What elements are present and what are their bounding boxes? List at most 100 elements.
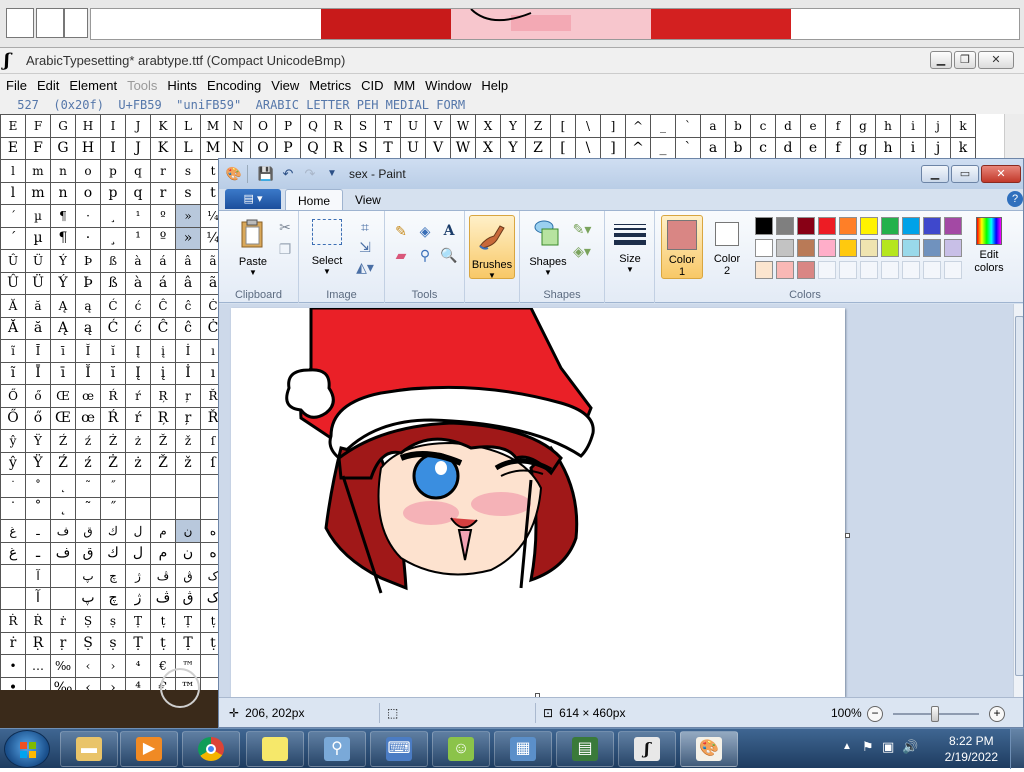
glyph-cell[interactable]: O <box>250 136 276 160</box>
glyph-cell[interactable]: Ź <box>50 429 76 453</box>
palette-swatch[interactable] <box>839 239 857 257</box>
glyph-cell[interactable]: e <box>800 114 826 138</box>
paste-button[interactable]: Paste ▼ <box>233 217 273 277</box>
glyph-cell[interactable]: ˙ <box>0 496 26 520</box>
glyph-cell[interactable]: ő <box>25 406 51 430</box>
glyph-cell[interactable]: Ć <box>100 316 126 340</box>
glyph-cell[interactable]: • <box>0 676 26 690</box>
glyph-cell[interactable]: ĉ <box>175 294 201 318</box>
glyph-cell[interactable]: ṛ <box>50 631 76 655</box>
glyph-cell[interactable]: į <box>150 339 176 363</box>
shapes-button[interactable]: Shapes ▼ <box>528 217 568 277</box>
glyph-cell[interactable]: Ṛ <box>25 631 51 655</box>
palette-swatch[interactable] <box>797 261 815 279</box>
glyph-cell[interactable]: W <box>450 114 476 138</box>
glyph-cell[interactable]: ž <box>175 451 201 475</box>
glyph-cell[interactable]: ‰ <box>50 654 76 678</box>
glyph-cell[interactable]: i <box>900 114 926 138</box>
glyph-cell[interactable]: n <box>50 181 76 205</box>
menu-file[interactable]: File <box>6 78 27 93</box>
glyph-cell[interactable]: · <box>75 204 101 228</box>
help-icon[interactable]: ? <box>1007 191 1023 207</box>
glyph-cell[interactable]: j <box>925 136 951 160</box>
glyph-cell[interactable]: ß <box>100 271 126 295</box>
size-button[interactable]: Size ▼ <box>609 219 651 274</box>
glyph-cell[interactable]: ^ <box>625 114 651 138</box>
glyph-cell[interactable]: H <box>75 114 101 138</box>
outline-icon[interactable]: ✎▾ <box>572 219 592 239</box>
glyph-cell[interactable]: ن <box>175 519 201 543</box>
glyph-cell[interactable]: » <box>175 204 201 228</box>
scroll-thumb[interactable] <box>1015 316 1023 676</box>
palette-swatch[interactable] <box>797 217 815 235</box>
glyph-cell[interactable]: ـ <box>25 541 51 565</box>
show-desktop-button[interactable] <box>1010 729 1024 769</box>
glyph-cell[interactable]: p <box>100 181 126 205</box>
customize-quick-access-icon[interactable]: ▼ <box>323 165 341 183</box>
glyph-cell[interactable]: L <box>175 114 201 138</box>
glyph-cell[interactable]: Ý <box>50 271 76 295</box>
palette-swatch[interactable] <box>902 261 920 279</box>
glyph-cell[interactable]: µ <box>25 226 51 250</box>
glyph-cell[interactable]: Ĭ <box>75 339 101 363</box>
glyph-cell[interactable] <box>36 8 64 38</box>
glyph-cell[interactable]: چ <box>100 564 126 588</box>
glyph-cell[interactable]: r <box>150 159 176 183</box>
glyph-cell[interactable]: ą <box>75 316 101 340</box>
glyph-cell[interactable]: j <box>925 114 951 138</box>
menu-window[interactable]: Window <box>425 78 471 93</box>
glyph-cell[interactable]: s <box>175 181 201 205</box>
glyph-cell[interactable]: â <box>175 271 201 295</box>
glyph-cell[interactable]: Ī <box>25 361 51 385</box>
glyph-cell[interactable]: i <box>900 136 926 160</box>
glyph-cell[interactable]: ă <box>25 294 51 318</box>
glyph-cell[interactable]: ن <box>175 541 201 565</box>
glyph-cell[interactable]: Q <box>300 136 326 160</box>
glyph-cell[interactable]: Ṙ <box>0 609 26 633</box>
glyph-cell[interactable]: » <box>175 226 201 250</box>
glyph-cell[interactable]: ŷ <box>0 429 26 453</box>
glyph-cell[interactable]: Ÿ <box>25 429 51 453</box>
glyph-cell[interactable]: م <box>150 519 176 543</box>
menu-encoding[interactable]: Encoding <box>207 78 261 93</box>
canvas-resize-handle[interactable] <box>845 533 850 538</box>
glyph-cell[interactable]: \ <box>575 114 601 138</box>
glyph-cell[interactable]: ˛ <box>50 474 76 498</box>
glyph-cell[interactable]: غ <box>0 541 26 565</box>
glyph-cell[interactable]: Į <box>125 361 151 385</box>
glyph-cell[interactable]: ڨ <box>175 564 201 588</box>
palette-swatch[interactable] <box>902 217 920 235</box>
glyph-cell[interactable]: S <box>350 136 376 160</box>
glyph-cell[interactable]: ṣ <box>100 609 126 633</box>
zoom-slider-thumb[interactable] <box>931 706 939 722</box>
glyph-cell[interactable]: ‹ <box>75 654 101 678</box>
glyph-cell[interactable]: Ż <box>100 429 126 453</box>
glyph-cell[interactable]: İ <box>175 361 201 385</box>
glyph-cell[interactable]: ĭ <box>100 361 126 385</box>
glyph-cell[interactable]: ¶ <box>50 226 76 250</box>
cut-icon[interactable]: ✂ <box>275 217 295 237</box>
glyph-cell[interactable]: µ <box>25 204 51 228</box>
glyph-cell[interactable]: U <box>400 136 426 160</box>
glyph-cell[interactable]: Ṣ <box>75 609 101 633</box>
glyph-cell[interactable]: Ż <box>100 451 126 475</box>
palette-swatch[interactable] <box>776 261 794 279</box>
glyph-cell[interactable]: ŕ <box>125 384 151 408</box>
glyph-cell[interactable]: ق <box>75 519 101 543</box>
brushes-button[interactable]: Brushes ▼ <box>469 215 515 280</box>
glyph-cell[interactable]: ل <box>125 541 151 565</box>
glyph-cell[interactable] <box>50 586 76 610</box>
glyph-cell[interactable]: آ <box>25 586 51 610</box>
glyph-cell[interactable]: à <box>125 249 151 273</box>
glyph-cell[interactable]: ڨ <box>175 586 201 610</box>
glyph-cell[interactable]: Y <box>500 136 526 160</box>
glyph-cell[interactable]: F <box>25 114 51 138</box>
glyph-cell[interactable]: L <box>175 136 201 160</box>
glyph-cell[interactable]: V <box>425 114 451 138</box>
glyph-cell[interactable]: ą <box>75 294 101 318</box>
palette-swatch[interactable] <box>839 217 857 235</box>
volume-icon[interactable]: 🔊 <box>902 739 918 755</box>
glyph-cell[interactable]: q <box>125 181 151 205</box>
glyph-cell[interactable]: g <box>850 136 876 160</box>
glyph-cell[interactable]: ŗ <box>175 384 201 408</box>
